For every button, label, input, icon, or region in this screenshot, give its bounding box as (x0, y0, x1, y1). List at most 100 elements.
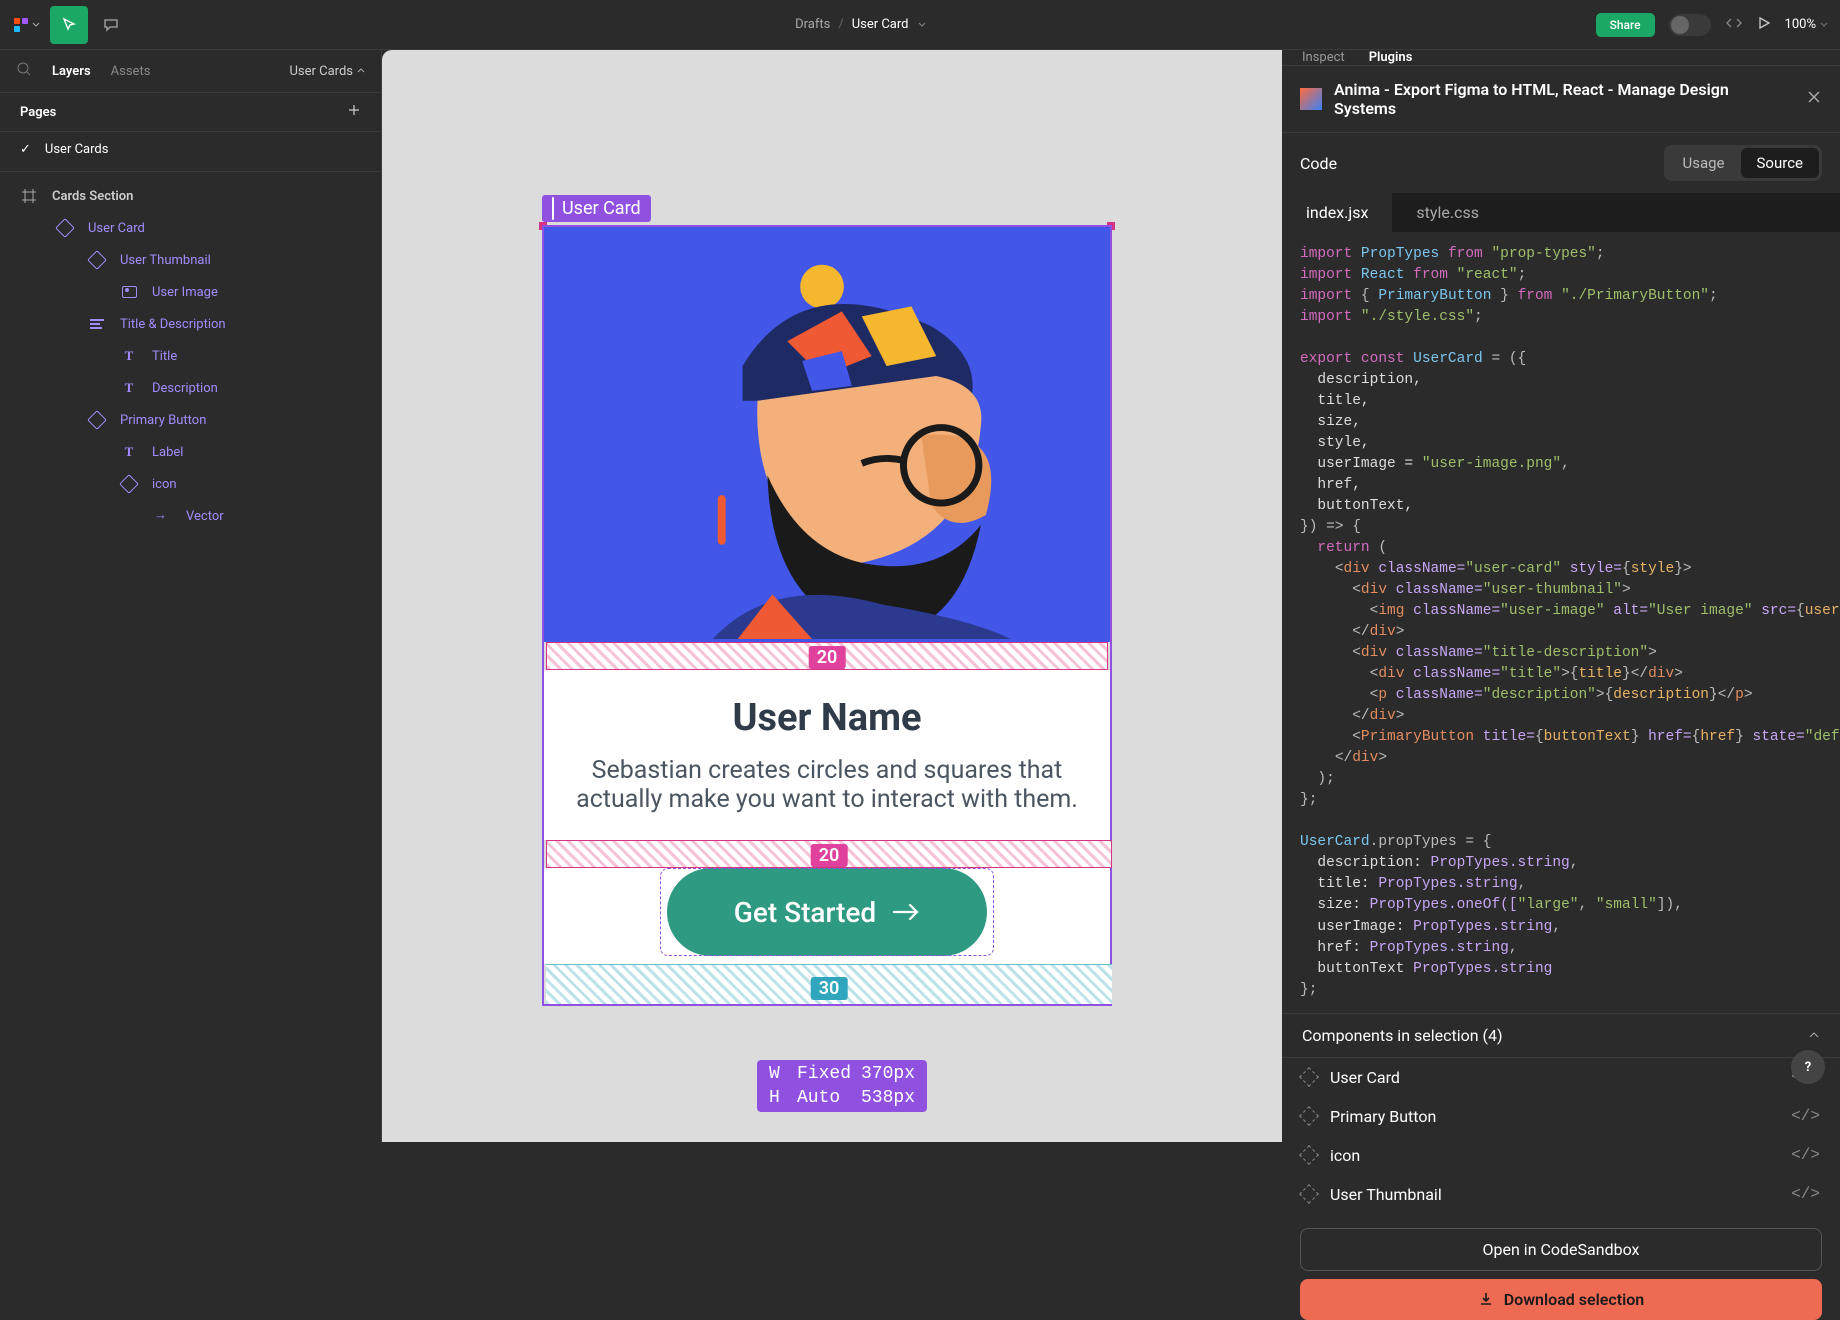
text-icon: T (120, 379, 138, 397)
pages-header[interactable]: Pages (0, 92, 381, 132)
share-button[interactable]: Share (1596, 13, 1655, 37)
move-tool-button[interactable] (50, 6, 88, 44)
component-item[interactable]: User Card</> (1282, 1058, 1840, 1097)
add-page-button[interactable] (347, 103, 361, 121)
page-component-dropdown[interactable]: User Cards (289, 64, 365, 79)
breadcrumb[interactable]: Drafts / User Card (126, 17, 1596, 32)
chevron-down-icon (1820, 21, 1828, 29)
component-icon (120, 475, 138, 493)
frame-label-chip[interactable]: User Card (542, 195, 651, 222)
component-icon (1299, 1106, 1319, 1126)
component-item[interactable]: Primary Button</> (1282, 1097, 1840, 1136)
component-item[interactable]: User Thumbnail</> (1282, 1175, 1840, 1214)
anima-logo-icon (1300, 88, 1322, 110)
seg-source[interactable]: Source (1741, 148, 1819, 178)
top-toolbar: Drafts / User Card Share 100% (0, 0, 1840, 50)
breadcrumb-root: Drafts (795, 17, 830, 32)
component-icon (88, 411, 106, 429)
user-thumbnail (544, 227, 1110, 642)
figma-menu-button[interactable] (12, 10, 42, 40)
dev-mode-toggle[interactable] (1669, 14, 1711, 36)
search-icon[interactable] (16, 61, 32, 81)
download-selection-button[interactable]: Download selection (1300, 1279, 1822, 1320)
button-area: Get Started (544, 868, 1110, 964)
text-icon: T (120, 347, 138, 365)
chevron-down-icon (32, 21, 40, 29)
components-header[interactable]: Components in selection (4) (1282, 1013, 1840, 1058)
card-description: Sebastian creates circles and squares th… (574, 756, 1080, 814)
image-icon (120, 283, 138, 301)
canvas[interactable]: User Card (382, 50, 1282, 1142)
present-button[interactable] (1757, 16, 1771, 34)
layer-title[interactable]: TTitle (0, 340, 381, 372)
spacing-label: 30 (811, 977, 848, 1000)
plus-icon (347, 103, 361, 117)
close-icon (1806, 89, 1822, 105)
selection-dashed (660, 868, 994, 956)
layer-title-description[interactable]: Title & Description (0, 308, 381, 340)
dev-handoff-icon[interactable] (1725, 14, 1743, 36)
code-view-segmented: Usage Source (1664, 145, 1823, 181)
vector-icon: → (154, 507, 172, 525)
file-tab-jsx[interactable]: index.jsx (1282, 193, 1392, 232)
page-item[interactable]: ✓ User Cards (0, 132, 381, 172)
layer-user-image[interactable]: User Image (0, 276, 381, 308)
chevron-up-icon (357, 67, 365, 75)
layer-user-card[interactable]: User Card (0, 212, 381, 244)
text-icon: T (120, 443, 138, 461)
tab-assets[interactable]: Assets (111, 64, 151, 79)
chevron-up-icon (1808, 1029, 1820, 1041)
file-tabs: index.jsx style.css (1282, 193, 1840, 232)
cursor-icon (60, 16, 78, 34)
seg-usage[interactable]: Usage (1667, 148, 1741, 178)
component-icon (1299, 1145, 1319, 1165)
file-tab-css[interactable]: style.css (1392, 193, 1503, 232)
check-icon: ✓ (20, 142, 31, 157)
inspector-panel: Inspect Plugins Anima - Export Figma to … (1282, 50, 1840, 1142)
component-code-button[interactable]: </> (1791, 1146, 1820, 1164)
tab-layers[interactable]: Layers (52, 64, 91, 79)
chat-icon (102, 16, 120, 34)
component-code-button[interactable]: </> (1791, 1185, 1820, 1203)
layer-tree: Cards Section User Card User Thumbnail U… (0, 172, 381, 540)
code-viewer[interactable]: import PropTypes from "prop-types"; impo… (1282, 232, 1840, 1013)
layer-vector[interactable]: →Vector (0, 500, 381, 532)
autolayout-icon (88, 315, 106, 333)
tab-plugins[interactable]: Plugins (1369, 50, 1413, 65)
close-plugin-button[interactable] (1806, 89, 1822, 109)
tab-inspect[interactable]: Inspect (1302, 50, 1345, 65)
title-description: User Name Sebastian creates circles and … (544, 670, 1110, 840)
card-title: User Name (574, 696, 1080, 740)
zoom-dropdown[interactable]: 100% (1785, 17, 1828, 32)
component-icon (56, 219, 74, 237)
plugin-title: Anima - Export Figma to HTML, React - Ma… (1334, 80, 1794, 118)
plugin-header: Anima - Export Figma to HTML, React - Ma… (1282, 66, 1840, 133)
frame-icon (20, 187, 38, 205)
layer-description[interactable]: TDescription (0, 372, 381, 404)
component-icon (88, 251, 106, 269)
help-button[interactable]: ? (1791, 1050, 1825, 1084)
spacing-label: 20 (811, 844, 848, 867)
breadcrumb-current: User Card (852, 17, 909, 32)
component-code-button[interactable]: </> (1791, 1107, 1820, 1125)
code-section-label: Code (1300, 154, 1654, 173)
breadcrumb-separator: / (838, 17, 843, 32)
size-annotation: WFixed370px HAuto538px (757, 1060, 927, 1112)
spacing-label: 20 (809, 646, 846, 669)
figma-logo-icon (14, 18, 28, 32)
layer-icon[interactable]: icon (0, 468, 381, 500)
download-icon (1478, 1291, 1494, 1307)
layer-primary-button[interactable]: Primary Button (0, 404, 381, 436)
component-icon (1299, 1067, 1319, 1087)
component-icon (1299, 1184, 1319, 1204)
layer-frame-cards-section[interactable]: Cards Section (0, 180, 381, 212)
layers-panel: Layers Assets User Cards Pages ✓ User Ca… (0, 50, 382, 1142)
component-item[interactable]: icon</> (1282, 1136, 1840, 1175)
comments-button[interactable] (96, 10, 126, 40)
layer-user-thumbnail[interactable]: User Thumbnail (0, 244, 381, 276)
user-card-frame[interactable]: 20 User Name Sebastian creates circles a… (542, 225, 1112, 1006)
user-image-illustration (544, 227, 1110, 639)
component-icon (552, 198, 554, 219)
open-codesandbox-button[interactable]: Open in CodeSandbox (1300, 1228, 1822, 1271)
layer-label[interactable]: TLabel (0, 436, 381, 468)
